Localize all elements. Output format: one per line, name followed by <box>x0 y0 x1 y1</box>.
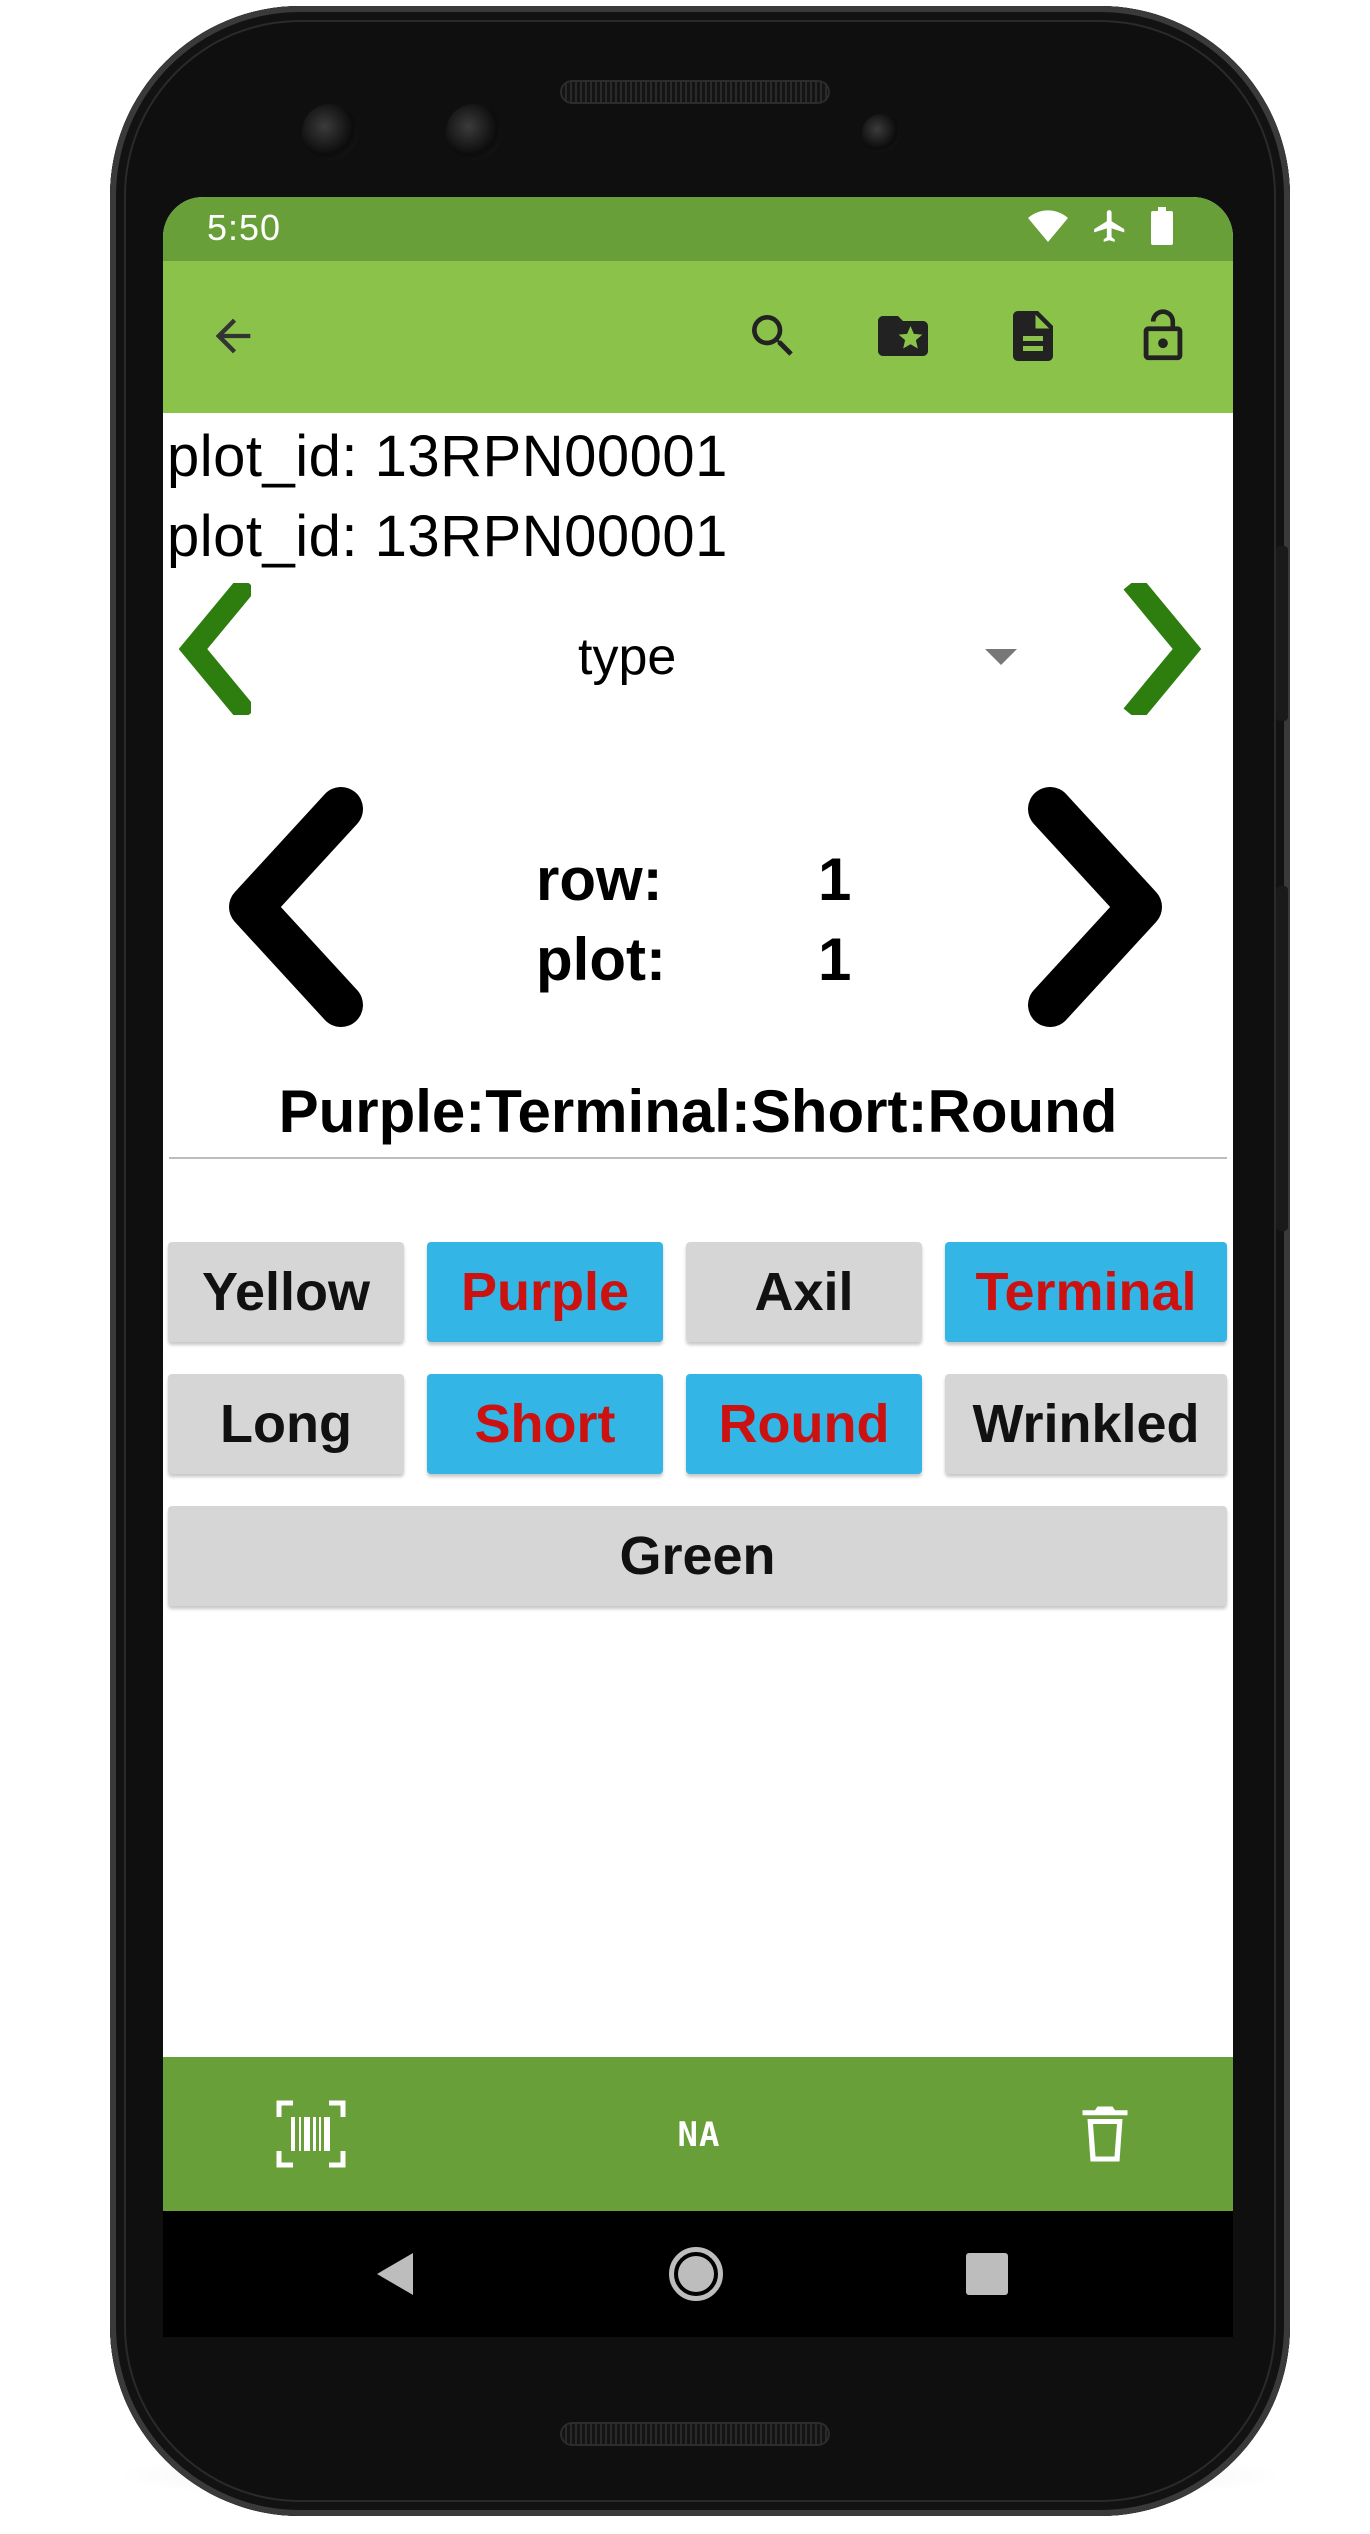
folder-star-icon <box>873 306 933 371</box>
power-button <box>1276 546 1288 721</box>
dropdown-caret-icon <box>985 649 1017 665</box>
nav-recents-button[interactable] <box>966 2253 1008 2295</box>
status-bar: 5:50 <box>163 197 1233 261</box>
category-button-short[interactable]: Short <box>427 1374 663 1474</box>
header-line-1: plot_id: 13RPN00001 <box>167 424 728 489</box>
trait-spinner-value: type <box>578 628 677 686</box>
divider <box>169 1157 1227 1159</box>
trait-prev-button[interactable] <box>178 575 257 723</box>
category-button-long[interactable]: Long <box>168 1374 404 1474</box>
front-camera-right <box>446 104 502 160</box>
trait-next-button[interactable] <box>1121 575 1211 723</box>
search-button[interactable] <box>741 306 805 370</box>
chevron-right-icon <box>1123 575 1202 723</box>
status-icons <box>1027 207 1173 250</box>
large-chevron-right-icon <box>1028 787 1162 1027</box>
category-button-green[interactable]: Green <box>168 1506 1227 1606</box>
wifi-icon <box>1027 209 1069 248</box>
battery-icon <box>1151 207 1173 250</box>
volume-button <box>1276 886 1288 1231</box>
status-time: 5:50 <box>207 207 282 248</box>
barcode-button[interactable] <box>275 2099 347 2169</box>
plot-label: plot: <box>536 926 666 993</box>
category-button-terminal[interactable]: Terminal <box>945 1242 1227 1342</box>
category-button-yellow[interactable]: Yellow <box>168 1242 404 1342</box>
proximity-sensor <box>862 114 900 152</box>
delete-button[interactable] <box>1075 2101 1135 2167</box>
category-button-round[interactable]: Round <box>686 1374 922 1474</box>
row-value: 1 <box>818 846 852 913</box>
category-button-purple[interactable]: Purple <box>427 1242 663 1342</box>
na-button[interactable]: NA <box>663 2107 735 2163</box>
barcode-scan-icon <box>276 2100 346 2168</box>
front-camera-left <box>302 104 358 160</box>
lock-button[interactable] <box>1131 306 1195 370</box>
large-chevron-left-icon <box>229 787 363 1027</box>
nav-home-button[interactable] <box>669 2247 723 2301</box>
row-label: row: <box>536 846 663 913</box>
trait-spinner[interactable] <box>323 597 1053 707</box>
plot-value: 1 <box>818 926 852 993</box>
system-nav-bar <box>163 2211 1233 2337</box>
document-icon <box>1003 306 1063 371</box>
value-summary: Purple:Terminal:Short:Round <box>278 1078 1118 1145</box>
search-icon <box>745 308 801 369</box>
chevron-left-icon <box>178 575 257 723</box>
plot-prev-button[interactable] <box>213 787 373 1027</box>
bottom-speaker <box>560 2422 830 2446</box>
trash-icon <box>1082 2106 1128 2162</box>
header-line-2: plot_id: 13RPN00001 <box>167 504 728 569</box>
plot-next-button[interactable] <box>1018 787 1178 1027</box>
app-bar <box>163 261 1233 413</box>
lock-open-icon <box>1134 307 1192 370</box>
earpiece-speaker <box>560 80 830 104</box>
arrow-back-icon <box>207 310 259 367</box>
category-button-axil[interactable]: Axil <box>686 1242 922 1342</box>
folder-favorite-button[interactable] <box>871 306 935 370</box>
airplane-icon <box>1091 207 1129 250</box>
na-label: NA <box>677 2115 721 2155</box>
nav-back-triangle-icon <box>377 2253 413 2295</box>
category-button-wrinkled[interactable]: Wrinkled <box>945 1374 1227 1474</box>
nav-back-button[interactable] <box>373 2251 417 2297</box>
summary-button[interactable] <box>1001 306 1065 370</box>
bottom-action-bar: NA <box>163 2057 1233 2211</box>
screen: 5:50 plot_id: 13RPN00001 plot_id: 13RPN0… <box>163 197 1233 2337</box>
nav-home-icon <box>678 2256 714 2292</box>
back-button[interactable] <box>201 306 265 370</box>
